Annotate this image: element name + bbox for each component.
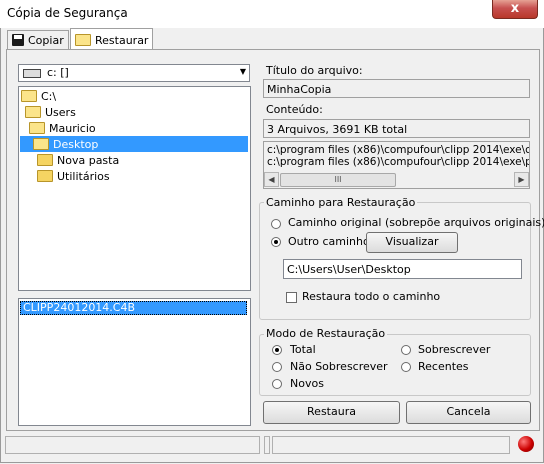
tree-item-label: Mauricio [49,121,96,135]
folder-icon [37,170,53,182]
floppy-disk-icon [12,34,24,46]
tree-item-label: Desktop [53,137,99,151]
mode-total-radio[interactable] [272,345,282,355]
other-path-radio[interactable] [271,237,281,247]
list-item: c:\program files (x86)\compufour\clipp 2… [267,156,530,168]
restore-path-group-title: Caminho para Restauração [264,196,418,209]
tree-item-mauricio[interactable]: Mauricio [29,120,96,136]
scrollbar-thumb[interactable]: III [280,173,396,187]
backup-file-list[interactable]: CLIPP24012014.C4B [18,298,251,426]
cancel-button[interactable]: Cancela [406,401,531,424]
tab-restaurar[interactable]: Restaurar [70,28,154,51]
restore-all-label: Restaura todo o caminho [302,290,441,303]
mode-new-radio[interactable] [272,379,282,389]
original-path-label: Caminho original (sobrepõe arquivos orig… [288,216,544,229]
tree-item-label: Nova pasta [57,153,120,167]
content-summary-value: 3 Arquivos, 3691 KB total [267,123,408,136]
restore-button[interactable]: Restaura [263,401,400,424]
mode-no-overwrite-label: Não Sobrescrever [290,360,388,373]
view-button[interactable]: Visualizar [366,232,458,253]
mode-no-overwrite-radio[interactable] [272,362,282,372]
tree-item-label: Utilitários [57,169,110,183]
mode-total-label: Total [290,343,316,356]
tree-item-desktop[interactable]: Desktop [20,136,248,152]
restore-path-input[interactable]: C:\Users\User\Desktop [283,259,522,279]
tab-copiar-label: Copiar [28,33,64,47]
horizontal-scrollbar[interactable]: ◀ III ▶ [264,172,529,187]
archive-title-label: Título do arquivo: [266,64,363,77]
other-path-label: Outro caminho: [288,235,374,248]
content-files-list[interactable]: c:\program files (x86)\compufour\clipp 2… [263,141,530,189]
scroll-right-icon[interactable]: ▶ [514,172,529,187]
restore-mode-group-title: Modo de Restauração [264,327,388,340]
tree-item-utilitarios[interactable]: Utilitários [37,168,110,184]
status-bar-right [272,436,510,454]
open-folder-icon [29,122,45,134]
status-led-icon [518,436,534,452]
drive-icon [23,69,41,78]
restore-all-checkbox[interactable] [286,292,297,303]
mode-overwrite-radio[interactable] [401,345,411,355]
list-item: c:\program files (x86)\compufour\clipp 2… [267,144,530,156]
open-folder-icon [75,34,91,46]
scroll-left-icon[interactable]: ◀ [264,172,279,187]
tab-copiar[interactable]: Copiar [7,30,69,49]
content-summary-field: 3 Arquivos, 3691 KB total [263,119,530,138]
mode-new-label: Novos [290,377,324,390]
open-folder-icon [21,90,37,102]
tree-item-label: Users [45,105,76,119]
tree-item-users[interactable]: Users [25,104,76,120]
mode-recent-radio[interactable] [401,362,411,372]
drive-select[interactable]: c: [] ▼ [18,64,250,82]
folder-icon [37,154,53,166]
status-bar-left [5,436,260,454]
close-icon: x [510,1,520,16]
content-label: Conteúdo: [266,103,323,116]
close-button[interactable]: x [492,0,538,19]
archive-title-field: MinhaCopia [263,79,530,98]
open-folder-icon [33,138,49,150]
mode-recent-label: Recentes [418,360,469,373]
status-bar-divider [264,436,270,454]
tree-item-label: C:\ [41,89,57,103]
window-title: Cópia de Segurança [7,6,128,20]
open-folder-icon [25,106,41,118]
archive-title-value: MinhaCopia [267,83,332,96]
restore-path-value: C:\Users\User\Desktop [287,263,411,276]
tab-restaurar-label: Restaurar [95,33,149,47]
mode-overwrite-label: Sobrescrever [418,343,491,356]
tree-item-c-drive[interactable]: C:\ [21,88,56,104]
chevron-down-icon[interactable]: ▼ [240,67,246,76]
list-item[interactable]: CLIPP24012014.C4B [20,301,247,315]
drive-select-value: c: [] [47,66,69,79]
folder-tree[interactable]: C:\ Users Mauricio Desktop Nova pasta Ut… [18,86,251,291]
tree-item-nova-pasta[interactable]: Nova pasta [37,152,119,168]
original-path-radio[interactable] [271,219,281,229]
